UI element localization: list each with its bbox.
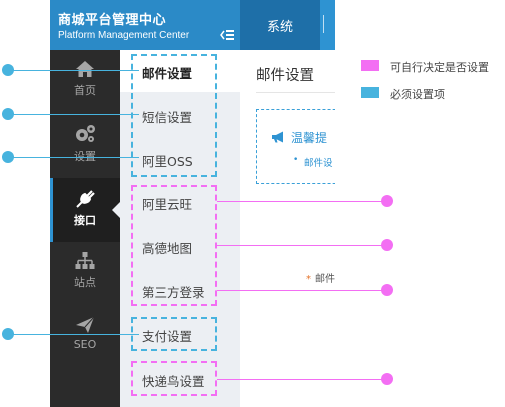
sidebar-item-label: SEO [73, 338, 97, 351]
required-payment-box [131, 317, 217, 351]
required-mark: * [306, 274, 311, 285]
sidebar-item-seo[interactable]: SEO [50, 306, 120, 370]
plug-icon [76, 190, 95, 208]
tab-system[interactable]: 系统 [240, 0, 320, 50]
sitemap-icon [75, 252, 95, 269]
annotation-dot [381, 195, 393, 207]
annotation-line [217, 290, 387, 291]
legend-optional-swatch [361, 60, 379, 71]
annotation-line [8, 334, 139, 335]
sidebar-item-home[interactable]: 首页 [50, 50, 120, 114]
notice-item: 邮件设 [304, 158, 333, 169]
legend-required-label: 必须设置项 [390, 88, 445, 101]
app-title: 商城平台管理中心 [58, 13, 167, 28]
sidebar-item-interface[interactable]: 接口 [50, 178, 120, 242]
sidebar-item-label: 站点 [74, 276, 96, 289]
annotation-dot [381, 284, 393, 296]
annotation-line [217, 379, 387, 380]
main-content: 邮件设置 温馨提 • 邮件设 * 邮件 [240, 50, 335, 407]
annotation-line [8, 157, 139, 158]
megaphone-icon [272, 131, 283, 143]
annotation-line [217, 201, 387, 202]
notice-title: 温馨提 [291, 131, 328, 145]
legend-optional-label: 可自行决定是否设置 [390, 61, 489, 74]
required-group-box [131, 54, 217, 177]
email-field-label-text: 邮件 [315, 274, 335, 285]
annotation-line [8, 70, 139, 71]
top-nav: 系统 [240, 0, 335, 50]
bullet-icon: • [293, 155, 299, 165]
app-subtitle: Platform Management Center [58, 30, 190, 41]
menu-toggle-icon[interactable] [220, 29, 234, 44]
sidebar-item-settings[interactable]: 设置 [50, 114, 120, 178]
sidebar-item-label: 首页 [74, 84, 96, 97]
page-title: 邮件设置 [256, 68, 314, 84]
gears-icon [76, 125, 95, 142]
annotation-line [217, 245, 387, 246]
email-field-label: * 邮件 [306, 270, 335, 285]
sidebar-item-site[interactable]: 站点 [50, 242, 120, 306]
annotation-line [8, 114, 139, 115]
paper-plane-icon [76, 316, 95, 333]
optional-group-box [131, 185, 217, 306]
main-sidebar: 首页 设置 接口 站点 SEO [50, 50, 120, 407]
brand-header: 商城平台管理中心 Platform Management Center [50, 0, 240, 50]
optional-kdniao-box [131, 361, 217, 396]
title-divider [256, 92, 335, 93]
notice-heading: 温馨提 [271, 129, 327, 146]
home-icon [76, 61, 94, 77]
sidebar-item-label: 设置 [74, 150, 96, 163]
annotation-dot [381, 373, 393, 385]
sidebar-item-label: 接口 [74, 214, 96, 227]
legend-required-swatch [361, 87, 379, 98]
annotation-dot [381, 239, 393, 251]
notice-box: 温馨提 • 邮件设 [256, 109, 335, 184]
tab-divider [323, 15, 324, 33]
